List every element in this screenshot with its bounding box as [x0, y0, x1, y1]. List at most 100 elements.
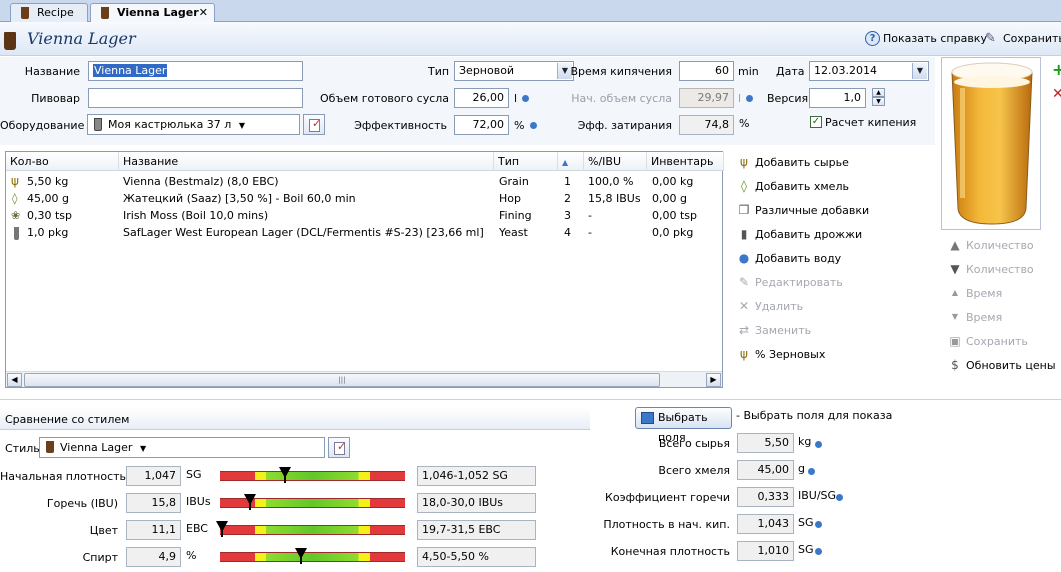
efficiency-field[interactable]: 72,00	[454, 115, 509, 135]
ibu-label: Горечь (IBU)	[46, 497, 118, 510]
info-dot-icon[interactable]	[815, 548, 822, 555]
yeast-icon	[14, 227, 19, 240]
info-dot-icon[interactable]	[808, 468, 815, 475]
row-name: Жатецкий (Saaz) [3,50 %] - Boil 60,0 min	[123, 192, 356, 205]
row-percent: 100,0 %	[588, 175, 634, 188]
save-ingredient-button[interactable]: Сохранить	[966, 335, 1028, 348]
quantity-up-button[interactable]: Количество	[966, 239, 1034, 252]
arrow-up-small-icon: ▲	[951, 288, 959, 297]
column-header-order[interactable]: ▲	[558, 152, 584, 171]
final-gravity-label: Конечная плотность	[610, 545, 730, 558]
type-value: Зерновой	[459, 64, 515, 77]
info-dot-icon[interactable]	[746, 95, 753, 102]
info-dot-icon[interactable]	[815, 441, 822, 448]
date-picker[interactable]: 12.03.2014 ▼	[809, 61, 929, 81]
add-water-button[interactable]: Добавить воду	[755, 252, 841, 265]
save-disk-icon: ▣	[949, 334, 961, 348]
column-header-type[interactable]: Тип	[494, 152, 558, 171]
og-value: 1,047	[126, 466, 181, 486]
update-prices-button[interactable]: Обновить цены	[966, 359, 1056, 372]
replace-button[interactable]: Заменить	[755, 324, 811, 337]
scroll-left-icon[interactable]: ◀	[7, 373, 22, 387]
pot-icon	[94, 118, 102, 131]
time-down-button[interactable]: Время	[966, 311, 1002, 324]
time-up-button[interactable]: Время	[966, 287, 1002, 300]
scroll-right-icon[interactable]: ▶	[706, 373, 721, 387]
final-gravity-unit: SG	[798, 543, 814, 556]
misc-icon: ❐	[738, 203, 750, 217]
delete-button[interactable]: Удалить	[755, 300, 803, 313]
color-value: 11,1	[126, 520, 181, 540]
column-header-inventory[interactable]: Инвентарь	[647, 152, 724, 171]
info-dot-icon[interactable]	[522, 95, 529, 102]
column-header-name[interactable]: Название	[119, 152, 494, 171]
add-misc-button[interactable]: Различные добавки	[755, 204, 869, 217]
remove-image-icon[interactable]: ✕	[1052, 86, 1061, 102]
grain-icon: ψ	[740, 155, 748, 169]
add-hop-button[interactable]: Добавить хмель	[755, 180, 849, 193]
version-field[interactable]: 1,0	[809, 88, 866, 108]
style-select[interactable]: Vienna Lager ▼	[39, 437, 325, 458]
brewer-field[interactable]	[88, 88, 303, 108]
spin-down-icon[interactable]: ▼	[872, 97, 885, 106]
divider	[0, 399, 1061, 400]
ibu-marker	[243, 494, 256, 510]
save-button[interactable]: Сохранить	[1003, 32, 1061, 45]
og-unit: SG	[186, 468, 202, 481]
choose-fields-button[interactable]: Выбрать поля	[635, 407, 732, 444]
column-header-amount[interactable]: Кол-во	[6, 152, 119, 171]
tab-vienna-lager[interactable]: Vienna Lager ✕	[90, 3, 215, 23]
info-dot-icon[interactable]	[836, 494, 843, 501]
save-icon[interactable]: ✎	[985, 31, 1001, 47]
equipment-label: Оборудование	[0, 119, 85, 132]
row-name: Vienna (Bestmalz) (8,0 EBC)	[123, 175, 279, 188]
edit-button[interactable]: Редактировать	[755, 276, 843, 289]
horizontal-scrollbar[interactable]: ◀ ||| ▶	[6, 371, 722, 387]
water-drop-icon: ●	[738, 251, 750, 265]
mash-efficiency-label: Эфф. затирания	[577, 119, 672, 132]
arrow-down-icon: ▼	[950, 262, 960, 276]
row-order: 2	[564, 192, 571, 205]
info-dot-icon[interactable]	[530, 122, 537, 129]
add-yeast-button[interactable]: Добавить дрожжи	[755, 228, 862, 241]
grain-icon: ψ	[11, 174, 19, 188]
row-name: Irish Moss (Boil 10,0 mins)	[123, 209, 269, 222]
abv-range-bar	[220, 552, 405, 562]
beer-color-preview	[941, 57, 1041, 230]
ingredients-table[interactable]: Кол-во Название Тип ▲ %/IBU Инвентарь ψ …	[5, 151, 724, 388]
name-value: Vienna Lager	[93, 64, 168, 77]
equipment-value: Моя кастрюлька 37 л	[108, 118, 232, 131]
batch-size-field[interactable]: 26,00	[454, 88, 509, 108]
version-spinner[interactable]: ▲ ▼	[872, 88, 885, 106]
calc-boil-label: Расчет кипения	[825, 116, 917, 129]
chevron-down-icon: ▼	[912, 63, 927, 79]
grain-percent-button[interactable]: % Зерновых	[755, 348, 825, 361]
column-header-percent[interactable]: %/IBU	[584, 152, 647, 171]
misc-icon: ❀	[11, 209, 21, 222]
help-icon[interactable]: ?	[865, 31, 880, 46]
boil-size-label: Нач. объем сусла	[571, 92, 672, 105]
calc-boil-checkbox[interactable]: ✓	[810, 116, 822, 128]
info-dot-icon[interactable]	[815, 521, 822, 528]
date-value: 12.03.2014	[814, 64, 877, 77]
equipment-select[interactable]: Моя кастрюлька 37 л ▼	[87, 114, 300, 135]
add-image-icon[interactable]: +	[1052, 60, 1061, 79]
boil-time-unit: min	[738, 65, 759, 78]
spin-up-icon[interactable]: ▲	[872, 88, 885, 97]
type-select[interactable]: Зерновой ▼	[454, 61, 574, 81]
mash-efficiency-unit: %	[739, 117, 750, 130]
tab-recipe[interactable]: Recipe	[10, 3, 88, 22]
replace-icon: ⇄	[738, 323, 750, 337]
style-picker-button[interactable]	[328, 437, 350, 458]
close-icon[interactable]: ✕	[199, 4, 208, 21]
choose-fields-hint: - Выбрать поля для показа	[736, 409, 893, 422]
add-grain-button[interactable]: Добавить сырье	[755, 156, 849, 169]
section-title: Сравнение со стилем	[5, 413, 130, 426]
abv-unit: %	[186, 549, 197, 562]
boil-time-field[interactable]: 60	[679, 61, 734, 81]
row-inventory: 0,00 tsp	[652, 209, 698, 222]
help-button[interactable]: Показать справку	[883, 32, 987, 45]
scroll-thumb[interactable]: |||	[24, 373, 660, 387]
name-field[interactable]: Vienna Lager	[88, 61, 303, 81]
quantity-down-button[interactable]: Количество	[966, 263, 1034, 276]
